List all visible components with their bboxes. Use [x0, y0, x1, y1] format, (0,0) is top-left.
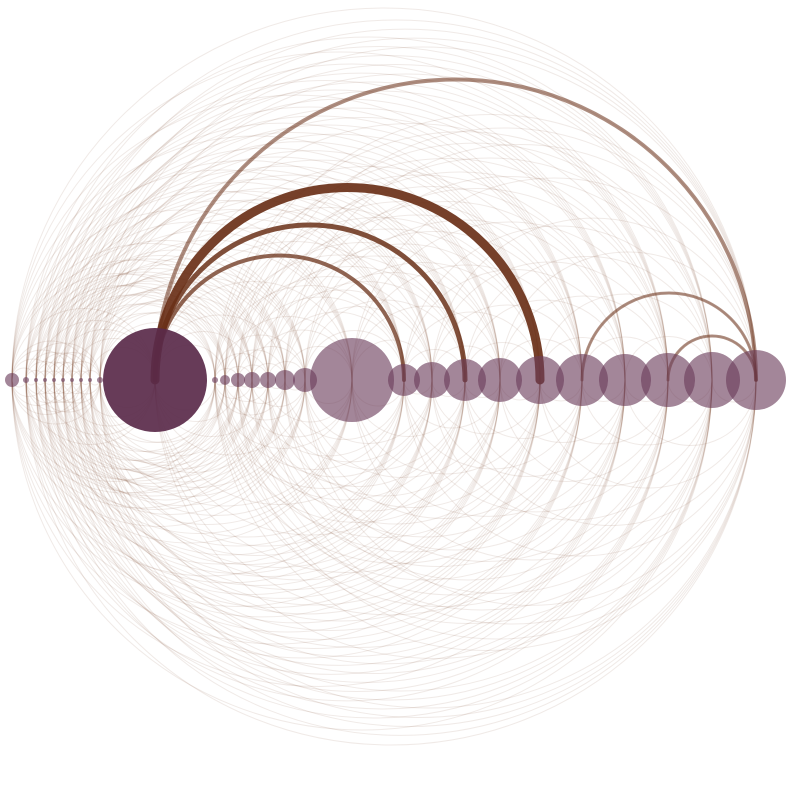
node-circle [220, 375, 230, 385]
node-circle [79, 378, 83, 382]
arc-edge [45, 380, 72, 394]
node-circle [43, 378, 47, 382]
node-circle [231, 373, 245, 387]
node-circle [23, 377, 29, 383]
arc-edge [72, 380, 100, 394]
node-circle [34, 378, 38, 382]
node-circle [70, 378, 74, 382]
node-circle [310, 338, 394, 422]
node-circle [244, 372, 260, 388]
node-circle [275, 370, 295, 390]
node-circle [260, 372, 276, 388]
node-circle [103, 328, 207, 432]
node-circle [478, 358, 522, 402]
node-circle [61, 378, 65, 382]
arc-edge [54, 380, 81, 394]
node-circle [212, 377, 218, 383]
node-circle [5, 373, 19, 387]
arc-edge [63, 380, 90, 394]
node-circle [97, 377, 103, 383]
node-circle [88, 378, 92, 382]
node-circle [52, 378, 56, 382]
arc-diagram [0, 0, 800, 800]
node-circle [726, 350, 786, 410]
